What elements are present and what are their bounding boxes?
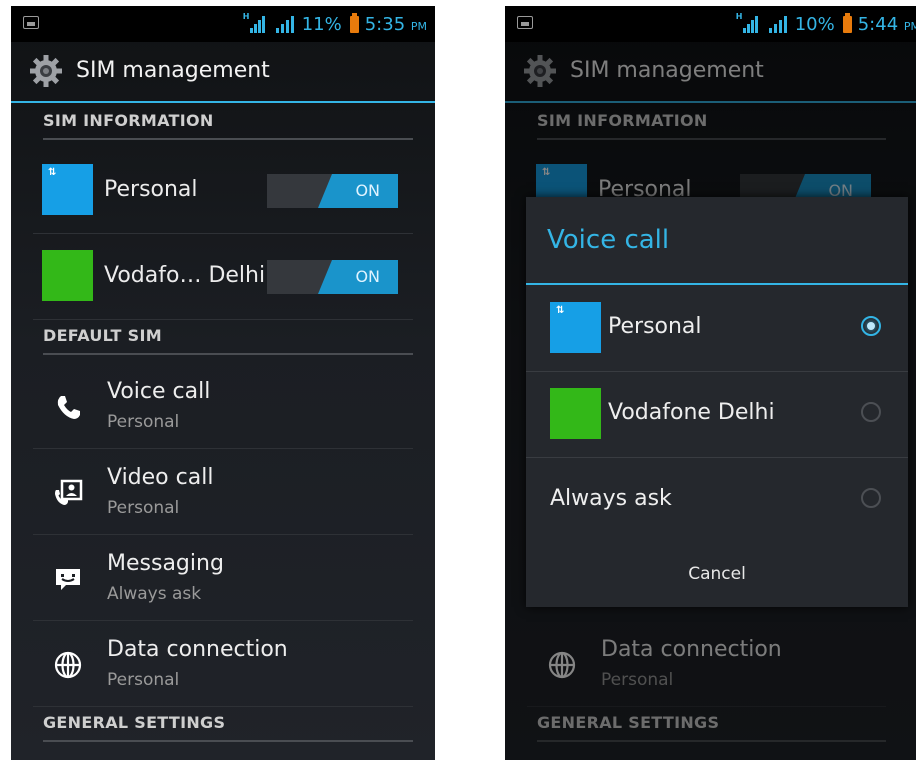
battery-icon xyxy=(349,12,359,33)
phone-icon xyxy=(57,396,80,419)
gear-icon[interactable] xyxy=(29,54,63,88)
signal-sim1-icon: H xyxy=(735,12,759,34)
setting-title: Data connection xyxy=(107,637,288,662)
clock: 5:35 PM xyxy=(364,13,427,35)
option-label: Vodafone Delhi xyxy=(608,400,775,425)
setting-subtitle: Always ask xyxy=(107,584,202,604)
signal-sim2-icon xyxy=(765,14,789,34)
setting-data-connection[interactable]: Data connection Personal xyxy=(33,620,413,707)
section-header-default-sim: DEFAULT SIM xyxy=(43,319,413,355)
setting-voice-call[interactable]: Voice call Personal xyxy=(33,362,413,449)
setting-title: Messaging xyxy=(107,551,224,576)
sim-row-vodafone[interactable]: Vodafo… Delhi ON xyxy=(33,233,413,320)
cancel-button[interactable]: Cancel xyxy=(526,543,908,607)
status-bar: H 10% 5:44 PM xyxy=(505,6,916,42)
sim-color-icon xyxy=(550,388,601,439)
option-label: Personal xyxy=(608,314,702,339)
radio-button[interactable] xyxy=(861,402,881,422)
setting-video-call[interactable]: Video call Personal xyxy=(33,448,413,535)
section-header-sim-information: SIM INFORMATION xyxy=(43,104,413,140)
image-notification-icon xyxy=(23,16,39,29)
sim-color-icon: ⇅ xyxy=(550,302,601,353)
setting-messaging[interactable]: Messaging Always ask xyxy=(33,534,413,621)
sim-name: Personal xyxy=(104,177,198,202)
setting-subtitle: Personal xyxy=(107,412,180,432)
setting-subtitle: Personal xyxy=(107,670,180,690)
battery-icon xyxy=(842,12,852,33)
setting-title: Voice call xyxy=(107,379,211,404)
setting-subtitle: Personal xyxy=(107,498,180,518)
voice-call-dialog: Voice call ⇅ Personal Vodafone Delhi Alw… xyxy=(526,197,908,607)
option-label: Always ask xyxy=(550,486,672,511)
battery-percent: 10% xyxy=(794,13,835,35)
dialog-title: Voice call xyxy=(526,197,908,285)
setting-title: Video call xyxy=(107,465,214,490)
radio-button[interactable] xyxy=(861,488,881,508)
dialog-option-personal[interactable]: ⇅ Personal xyxy=(526,285,908,372)
sim-management-screen: H 11% 5:35 PM SIM management SIM INFORMA… xyxy=(11,6,435,760)
action-bar: SIM management xyxy=(11,42,435,103)
battery-percent: 11% xyxy=(301,13,342,35)
image-notification-icon xyxy=(517,16,533,29)
sim-row-personal[interactable]: ⇅ Personal ON xyxy=(33,147,413,234)
dialog-option-vodafone[interactable]: Vodafone Delhi xyxy=(526,371,908,458)
radio-button-checked[interactable] xyxy=(861,316,881,336)
message-icon xyxy=(56,569,80,590)
section-header-general-settings: GENERAL SETTINGS xyxy=(43,706,413,742)
sim-name: Vodafo… Delhi xyxy=(104,263,266,288)
sim-color-icon xyxy=(42,250,93,301)
signal-sim1-icon: H xyxy=(242,12,266,34)
globe-icon xyxy=(54,651,82,679)
clock: 5:44 PM xyxy=(857,13,916,35)
sim-toggle-personal[interactable]: ON xyxy=(267,174,398,208)
sim-management-dialog-screen: H 10% 5:44 PM SIM management SIM INFORMA… xyxy=(505,6,916,760)
sim-toggle-vodafone[interactable]: ON xyxy=(267,260,398,294)
status-bar: H 11% 5:35 PM xyxy=(11,6,435,42)
dialog-option-always-ask[interactable]: Always ask xyxy=(526,457,908,544)
video-call-icon xyxy=(55,479,83,505)
sim-color-icon: ⇅ xyxy=(42,164,93,215)
signal-sim2-icon xyxy=(272,14,296,34)
page-title: SIM management xyxy=(76,58,270,83)
